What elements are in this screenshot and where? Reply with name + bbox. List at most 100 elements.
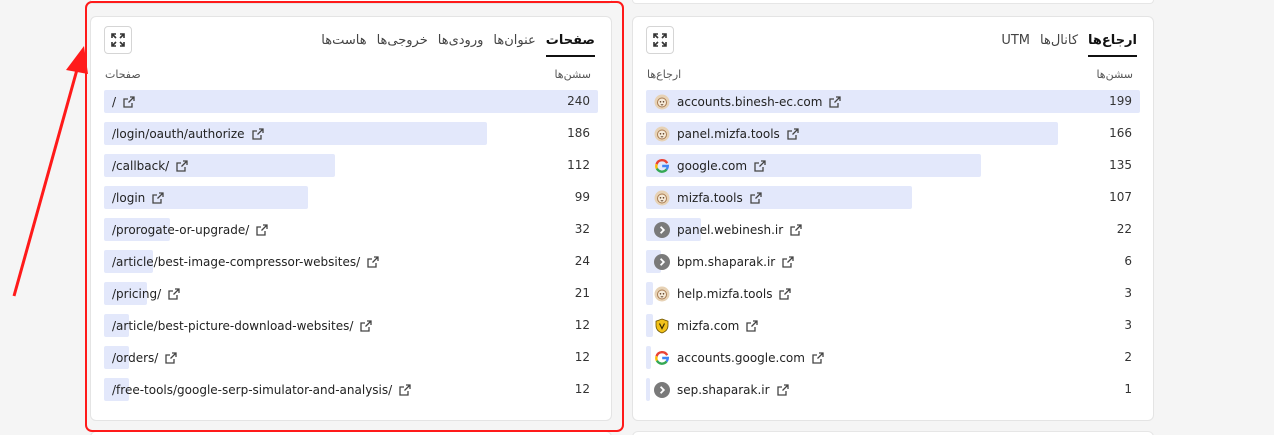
- table-row[interactable]: /login/oauth/authorize 186: [104, 121, 598, 153]
- session-bar: [646, 314, 653, 337]
- external-link-icon[interactable]: [256, 223, 268, 236]
- row-label: /orders/: [112, 345, 177, 370]
- panel-above-right: [632, 0, 1154, 4]
- row-label-text[interactable]: panel.webinesh.ir: [677, 223, 783, 237]
- row-label-text[interactable]: google.com: [677, 159, 747, 173]
- panel-below-right: [632, 431, 1154, 435]
- row-label-text[interactable]: /: [112, 95, 116, 109]
- external-link-icon[interactable]: [746, 319, 758, 332]
- expand-button[interactable]: [104, 26, 132, 54]
- external-link-icon[interactable]: [754, 159, 766, 172]
- table-row[interactable]: google.com 135: [646, 153, 1140, 185]
- row-value: 32: [574, 222, 590, 236]
- external-link-icon[interactable]: [787, 127, 799, 140]
- row-label-text[interactable]: accounts.binesh-ec.com: [677, 95, 822, 109]
- row-label-text[interactable]: /pricing/: [112, 287, 161, 301]
- row-label-text[interactable]: panel.mizfa.tools: [677, 127, 780, 141]
- table-row[interactable]: /orders/12: [104, 345, 598, 377]
- table-row[interactable]: help.mizfa.tools 3: [646, 281, 1140, 313]
- row-label-text[interactable]: /login: [112, 191, 145, 205]
- tab-pages[interactable]: صفحات: [545, 29, 595, 57]
- chevron-circle-icon: [654, 221, 670, 238]
- table-row[interactable]: mizfa.com 3: [646, 313, 1140, 345]
- row-value: 240: [567, 94, 590, 108]
- table-row[interactable]: panel.mizfa.tools 166: [646, 121, 1140, 153]
- row-label: /callback/: [112, 153, 188, 178]
- row-label: accounts.google.com: [654, 345, 824, 370]
- table-row[interactable]: panel.webinesh.ir 22: [646, 217, 1140, 249]
- table-row[interactable]: sep.shaparak.ir 1: [646, 377, 1140, 409]
- tab-referrers[interactable]: ارجاع‌ها: [1088, 29, 1137, 57]
- column-header-referrers: ارجاع‌ها: [647, 68, 682, 81]
- column-header-sessions: سشن‌ها: [1096, 68, 1133, 81]
- table-row[interactable]: /callback/112: [104, 153, 598, 185]
- external-link-icon[interactable]: [779, 287, 792, 300]
- session-bar: [104, 90, 598, 113]
- external-link-icon[interactable]: [152, 191, 164, 204]
- tab-hosts[interactable]: هاست‌ها: [321, 29, 366, 57]
- external-link-icon[interactable]: [829, 95, 842, 108]
- row-label-text[interactable]: /callback/: [112, 159, 169, 173]
- external-link-icon[interactable]: [360, 319, 373, 332]
- external-link-icon[interactable]: [399, 383, 411, 396]
- table-row[interactable]: accounts.google.com 2: [646, 345, 1140, 377]
- lion-icon: [654, 126, 670, 142]
- row-label-text[interactable]: accounts.google.com: [677, 351, 805, 365]
- external-link-icon[interactable]: [251, 127, 264, 140]
- referrers-tabs: ارجاع‌ها کانال‌ها UTM: [1001, 29, 1137, 57]
- row-label-text[interactable]: bpm.shaparak.ir: [677, 255, 775, 269]
- external-link-icon[interactable]: [176, 159, 188, 172]
- external-link-icon[interactable]: [790, 223, 802, 236]
- row-value: 166: [1109, 126, 1132, 140]
- row-value: 12: [574, 350, 590, 364]
- table-row[interactable]: /article/best-image-compressor-websites/…: [104, 249, 598, 281]
- panel-below-left: [90, 431, 612, 435]
- tab-channels[interactable]: کانال‌ها: [1040, 29, 1078, 57]
- row-label-text[interactable]: mizfa.com: [677, 319, 739, 333]
- row-label-text[interactable]: sep.shaparak.ir: [677, 383, 770, 397]
- external-link-icon[interactable]: [776, 383, 789, 396]
- table-row[interactable]: /pricing/21: [104, 281, 598, 313]
- external-link-icon[interactable]: [168, 287, 180, 300]
- table-row[interactable]: /prorogate-or-upgrade/32: [104, 217, 598, 249]
- row-label: sep.shaparak.ir: [654, 377, 789, 402]
- external-link-icon[interactable]: [123, 95, 135, 108]
- row-label-text[interactable]: /article/best-image-compressor-websites/: [112, 255, 360, 269]
- row-label: panel.mizfa.tools: [654, 121, 799, 146]
- row-label-text[interactable]: /prorogate-or-upgrade/: [112, 223, 249, 237]
- external-link-icon[interactable]: [165, 351, 177, 364]
- external-link-icon[interactable]: [812, 351, 824, 364]
- row-label-text[interactable]: /login/oauth/authorize: [112, 127, 245, 141]
- column-header-sessions: سشن‌ها: [554, 68, 591, 81]
- external-link-icon[interactable]: [750, 191, 762, 204]
- expand-button[interactable]: [646, 26, 674, 54]
- pages-tabs: صفحات عنوان‌ها ورودی‌ها خروجی‌ها هاست‌ها: [321, 29, 595, 57]
- google-icon: [654, 350, 670, 366]
- tab-titles[interactable]: عنوان‌ها: [493, 29, 535, 57]
- row-label: mizfa.tools: [654, 185, 762, 210]
- expand-icon: [653, 33, 667, 47]
- row-label-text[interactable]: help.mizfa.tools: [677, 287, 772, 301]
- external-link-icon[interactable]: [367, 255, 379, 268]
- tab-exits[interactable]: خروجی‌ها: [377, 29, 428, 57]
- table-row[interactable]: accounts.binesh-ec.com 199: [646, 89, 1140, 121]
- table-row[interactable]: mizfa.tools 107: [646, 185, 1140, 217]
- table-row[interactable]: / 240: [104, 89, 598, 121]
- table-row[interactable]: /login 99: [104, 185, 598, 217]
- row-label: /article/best-picture-download-websites/: [112, 313, 373, 338]
- row-label: /free-tools/google-serp-simulator-and-an…: [112, 377, 411, 402]
- shield-icon: [654, 318, 670, 334]
- table-row[interactable]: /article/best-picture-download-websites/…: [104, 313, 598, 345]
- table-row[interactable]: bpm.shaparak.ir 6: [646, 249, 1140, 281]
- tab-utm[interactable]: UTM: [1001, 29, 1030, 57]
- row-label-text[interactable]: /article/best-picture-download-websites/: [112, 319, 353, 333]
- row-value: 24: [574, 254, 590, 268]
- external-link-icon[interactable]: [782, 255, 794, 268]
- row-label: /pricing/: [112, 281, 180, 306]
- row-label-text[interactable]: /free-tools/google-serp-simulator-and-an…: [112, 383, 392, 397]
- table-row[interactable]: /free-tools/google-serp-simulator-and-an…: [104, 377, 598, 409]
- row-label: mizfa.com: [654, 313, 758, 338]
- row-label-text[interactable]: mizfa.tools: [677, 191, 743, 205]
- tab-entries[interactable]: ورودی‌ها: [438, 29, 484, 57]
- row-label-text[interactable]: /orders/: [112, 351, 158, 365]
